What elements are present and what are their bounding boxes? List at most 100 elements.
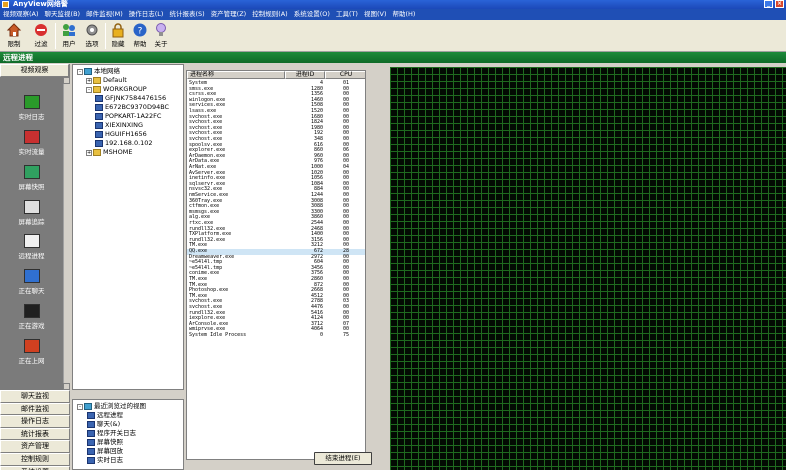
collapse-icon[interactable]: - [77, 403, 83, 410]
nav-tile[interactable]: 实时流量 [0, 130, 63, 156]
expand-icon[interactable]: + [86, 149, 92, 156]
menu-item[interactable]: 系统设置(O) [291, 9, 333, 20]
scroll-down-arrow[interactable] [63, 383, 70, 390]
nav-tile-label: 正在游戏 [18, 322, 45, 330]
recent-views-root[interactable]: - 最近浏览过的视图 [77, 402, 146, 411]
menu-item[interactable]: 工具(T) [333, 9, 361, 20]
end-process-button[interactable]: 结束进程(E) [314, 452, 372, 465]
toolbar-separator [105, 23, 106, 49]
game-icon [23, 304, 40, 318]
nav-tile[interactable]: 正在上网 [0, 339, 63, 365]
nav-bottom-button[interactable]: 系统设置 [0, 465, 70, 470]
menu-item[interactable]: 统计报表(S) [166, 9, 207, 20]
folder-icon [93, 149, 101, 156]
toolbar-separator [55, 23, 56, 49]
nav-tile-label: 屏幕追踪 [18, 218, 45, 226]
table-row[interactable]: System Idle Process 0 75 [187, 332, 365, 339]
tree-node[interactable]: GFJNK7584476156 [95, 94, 166, 103]
recent-view-item[interactable]: 聊天(&) [87, 420, 120, 429]
menu-item[interactable]: 控制规则(A) [249, 9, 291, 20]
tree-node[interactable]: POPKART-1A22FC [95, 112, 161, 121]
nav-bottom-button[interactable]: 邮件监视 [0, 402, 70, 416]
options-icon [86, 24, 98, 36]
help-icon: ? [133, 23, 147, 37]
tree-node[interactable]: XIEXINXING [95, 121, 143, 130]
remote-process-icon [23, 234, 40, 248]
nav-bottom-button[interactable]: 资产管理 [0, 440, 70, 453]
column-header[interactable]: CPU [325, 71, 365, 79]
toolbar-button-hide[interactable]: 隐藏 [107, 22, 129, 50]
process-panel: 进程名称 进程ID CPU System 4 01 smss.exe 1280 00 csrss.… [184, 64, 390, 470]
nav-bottom-button[interactable]: 统计报表 [0, 427, 70, 441]
view-icon [87, 448, 95, 455]
recent-view-item[interactable]: 远程进程 [87, 411, 123, 420]
toolbar: 限制 过滤 用户 选项 隐藏 ? 帮助 关于 [0, 20, 786, 52]
folder-icon [93, 86, 101, 93]
nav-scrollbar[interactable] [63, 77, 70, 390]
tree-node[interactable]: HGUIFH1656 [95, 130, 147, 139]
scroll-up-arrow[interactable] [63, 77, 70, 84]
recent-view-item[interactable]: 屏幕快照 [87, 438, 123, 447]
computer-icon [95, 113, 103, 120]
minimize-button[interactable]: _ [764, 0, 773, 8]
collapse-icon[interactable]: - [77, 68, 83, 75]
recent-view-label: 屏幕快照 [97, 438, 123, 446]
tree-node[interactable]: E672BC9370D94BC [95, 103, 169, 112]
nav-tile[interactable]: 正在聊天 [0, 269, 63, 295]
recent-view-item[interactable]: 屏幕回放 [87, 447, 123, 456]
title-bar: AnyView网络警 _ × [0, 0, 786, 9]
expand-icon[interactable]: + [86, 77, 92, 84]
left-navigation: 视频观察 实时日志实时流量屏幕快照屏幕追踪远程进程正在聊天正在游戏正在上网 聊天… [0, 64, 70, 470]
toolbar-button-limit[interactable]: 限制 [3, 22, 25, 50]
menu-item[interactable]: 聊天监视(B) [42, 9, 84, 20]
collapse-icon[interactable]: - [86, 86, 92, 93]
nav-tile-label: 远程进程 [18, 252, 45, 260]
nav-header-video-watch[interactable]: 视频观察 [0, 64, 69, 77]
recent-views-title: 最近浏览过的视图 [94, 402, 146, 410]
process-table: 进程名称 进程ID CPU System 4 01 smss.exe 1280 00 csrss.… [186, 70, 366, 460]
tree-node[interactable]: + Default [86, 76, 127, 85]
menu-item[interactable]: 操作日志(L) [126, 9, 167, 20]
nav-tile[interactable]: 正在游戏 [0, 304, 63, 330]
menu-item[interactable]: 视频观察(A) [0, 9, 42, 20]
tree-node[interactable]: - 本地网络 [77, 67, 120, 76]
tree-node[interactable]: + MSHOME [86, 148, 132, 157]
nav-bottom-button[interactable]: 操作日志 [0, 415, 70, 428]
nav-tile[interactable]: 实时日志 [0, 95, 63, 121]
nav-bottom-button[interactable]: 聊天监视 [0, 390, 70, 403]
menu-item[interactable]: 视图(V) [361, 9, 390, 20]
tree-node-label: WORKGROUP [103, 85, 147, 93]
home-icon [6, 23, 22, 37]
filter-icon [35, 24, 47, 36]
nav-tile[interactable]: 屏幕追踪 [0, 200, 63, 226]
nav-tile-label: 实时日志 [18, 113, 45, 121]
lock-icon [112, 23, 124, 38]
recent-view-item[interactable]: 程序开关日志 [87, 429, 136, 438]
nav-bottom-button[interactable]: 控制规则 [0, 452, 70, 466]
column-header[interactable]: 进程ID [285, 71, 325, 79]
tree-node[interactable]: 192.168.0.102 [95, 139, 153, 148]
recent-view-label: 聊天(&) [97, 420, 121, 428]
toolbar-button-about[interactable]: 关于 [150, 22, 172, 50]
network-icon [84, 68, 92, 75]
toolbar-button-users[interactable]: 用户 [58, 22, 80, 50]
close-button[interactable]: × [775, 0, 784, 8]
realtime-log-icon [23, 95, 40, 109]
recent-view-item[interactable]: 实时日志 [87, 456, 123, 465]
tree-node[interactable]: - WORKGROUP [86, 85, 147, 94]
menu-item[interactable]: 邮件监视(M) [83, 9, 126, 20]
menu-item[interactable]: 帮助(H) [390, 9, 419, 20]
tree-node-label: 本地网络 [94, 67, 120, 75]
recent-view-label: 屏幕回放 [97, 447, 123, 455]
computer-icon [95, 140, 103, 147]
menu-item[interactable]: 资产管理(Z) [208, 9, 250, 20]
column-header[interactable]: 进程名称 [187, 71, 285, 79]
toolbar-button-filter[interactable]: 过滤 [30, 22, 52, 50]
toolbar-button-help[interactable]: ? 帮助 [129, 22, 151, 50]
remote-screen-view [390, 67, 786, 470]
toolbar-button-options[interactable]: 选项 [81, 22, 103, 50]
nav-tile[interactable]: 远程进程 [0, 234, 63, 260]
cpu-cell: 75 [342, 332, 350, 338]
nav-tile[interactable]: 屏幕快照 [0, 165, 63, 191]
app-icon [2, 1, 9, 8]
